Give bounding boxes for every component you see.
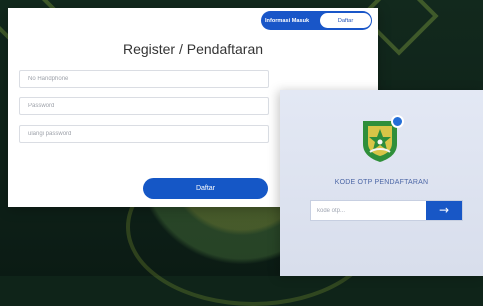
page-title: Register / Pendaftaran (122, 41, 264, 57)
otp-submit-button[interactable]: → (426, 201, 462, 220)
auth-mode-toggle[interactable]: Informasi Masuk Daftar (261, 11, 372, 30)
arrow-right-icon: → (438, 203, 450, 217)
otp-title: KODE OTP PENDAFTARAN (334, 179, 429, 186)
otp-code-input[interactable] (311, 201, 424, 220)
otp-input-group: → (310, 200, 463, 221)
phone-number-input[interactable] (19, 70, 269, 88)
register-button[interactable]: Daftar (143, 178, 268, 199)
login-info-option[interactable]: Informasi Masuk (265, 18, 319, 24)
regional-emblem-logo (360, 115, 404, 163)
password-input[interactable] (19, 97, 269, 115)
home-badge-icon (391, 115, 404, 128)
otp-panel: KODE OTP PENDAFTARAN → (280, 90, 483, 276)
register-option[interactable]: Daftar (320, 13, 371, 28)
repeat-password-input[interactable] (19, 125, 269, 143)
